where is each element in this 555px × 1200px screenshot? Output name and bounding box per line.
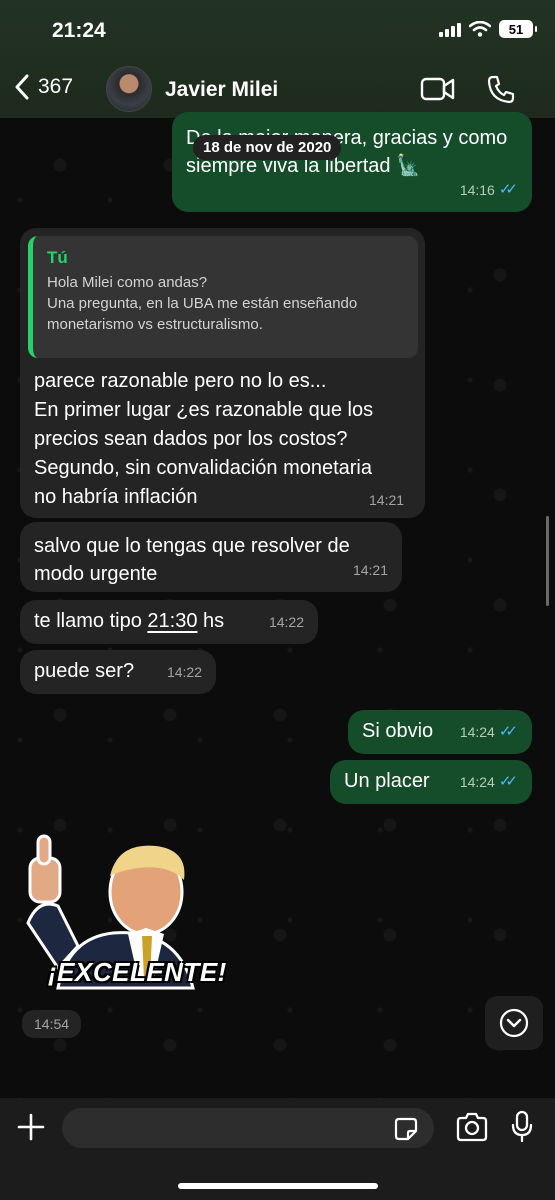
sticker-caption: ¡EXCELENTE! xyxy=(48,957,227,987)
scrollbar[interactable] xyxy=(546,516,549,606)
battery-icon: 51 xyxy=(499,20,537,38)
mic-icon[interactable] xyxy=(510,1110,534,1144)
status-icons: 51 xyxy=(439,20,537,38)
read-ticks-icon: ✓✓ xyxy=(498,773,518,790)
status-time: 21:24 xyxy=(52,19,106,42)
message-text: modo urgente xyxy=(34,563,158,585)
chat-header: 21:24 51 367 Javier Milei xyxy=(0,0,555,118)
message-time: 14:24 xyxy=(459,724,495,740)
quote-text: monetarismo vs estructuralismo. xyxy=(47,316,263,333)
video-call-icon[interactable] xyxy=(420,76,456,102)
home-indicator xyxy=(178,1183,378,1189)
message-time: 14:16 xyxy=(459,182,495,198)
message-input[interactable] xyxy=(62,1108,434,1148)
chevron-down-icon xyxy=(499,1008,529,1038)
message-text: salvo que lo tengas que resolver de xyxy=(34,535,350,557)
time-link[interactable]: 21:30 xyxy=(147,610,197,632)
message-text: Un placer xyxy=(344,770,430,792)
message-time: 14:24 xyxy=(459,774,495,790)
message-meta: 14:24 ✓✓ xyxy=(460,768,518,796)
message-text: puede ser? xyxy=(34,660,135,682)
read-ticks-icon: ✓✓ xyxy=(498,723,518,740)
message-incoming[interactable]: te llamo tipo 21:30 hs 14:22 xyxy=(20,600,318,644)
contact-name[interactable]: Javier Milei xyxy=(165,78,278,102)
back-chevron-icon xyxy=(15,74,29,100)
message-text: hs xyxy=(197,610,225,632)
message-meta: 14:16 ✓✓ xyxy=(460,176,518,204)
message-time: 14:22 xyxy=(166,664,202,680)
message-outgoing[interactable]: Un placer 14:24 ✓✓ xyxy=(330,760,532,804)
date-separator: 18 de nov de 2020 xyxy=(193,135,342,160)
unread-count: 367 xyxy=(38,75,74,98)
message-text: En primer lugar ¿es razonable que los xyxy=(34,399,374,421)
message-time: 14:22 xyxy=(268,614,304,630)
message-time: 14:54 xyxy=(22,1010,82,1038)
message-text: Si obvio xyxy=(362,720,434,742)
message-text: parece razonable pero no lo es... xyxy=(34,370,327,392)
plus-icon[interactable] xyxy=(16,1112,46,1142)
back-button[interactable]: 367 xyxy=(14,74,73,100)
quote-text: Hola Milei como andas? xyxy=(47,274,208,291)
message-outgoing[interactable]: De la mejor manera, gracias y como siemp… xyxy=(172,112,532,212)
message-time: 14:21 xyxy=(369,492,405,508)
message-meta: 14:24 ✓✓ xyxy=(460,718,518,746)
message-incoming[interactable]: salvo que lo tengas que resolver de modo… xyxy=(20,522,402,592)
phone-icon[interactable] xyxy=(486,74,516,104)
signal-icon xyxy=(439,21,461,37)
message-outgoing[interactable]: Si obvio 14:24 ✓✓ xyxy=(348,710,532,754)
avatar[interactable] xyxy=(106,66,152,112)
quote-text: Una pregunta, en la UBA me están enseñan… xyxy=(47,295,358,312)
message-text: precios sean dados por los costos? xyxy=(34,428,348,450)
camera-icon[interactable] xyxy=(455,1112,489,1142)
read-ticks-icon: ✓✓ xyxy=(498,181,518,198)
message-text: te llamo tipo xyxy=(34,610,148,632)
message-incoming[interactable]: puede ser? 14:22 xyxy=(20,650,216,694)
message-body: parece razonable pero no lo es... En pri… xyxy=(34,367,373,512)
quote-author: Tú xyxy=(47,248,68,267)
wifi-icon xyxy=(469,21,491,37)
sticker-icon[interactable] xyxy=(393,1116,419,1142)
quoted-message[interactable]: Tú Hola Milei como andas? Una pregunta, … xyxy=(28,236,418,358)
sticker-message[interactable]: ¡EXCELENTE! xyxy=(18,828,226,994)
scroll-to-bottom-button[interactable] xyxy=(485,996,543,1050)
message-time: 14:21 xyxy=(352,562,388,578)
message-text: Segundo, sin convalidación monetaria xyxy=(34,457,372,479)
message-text: no habría inflación xyxy=(34,486,198,508)
